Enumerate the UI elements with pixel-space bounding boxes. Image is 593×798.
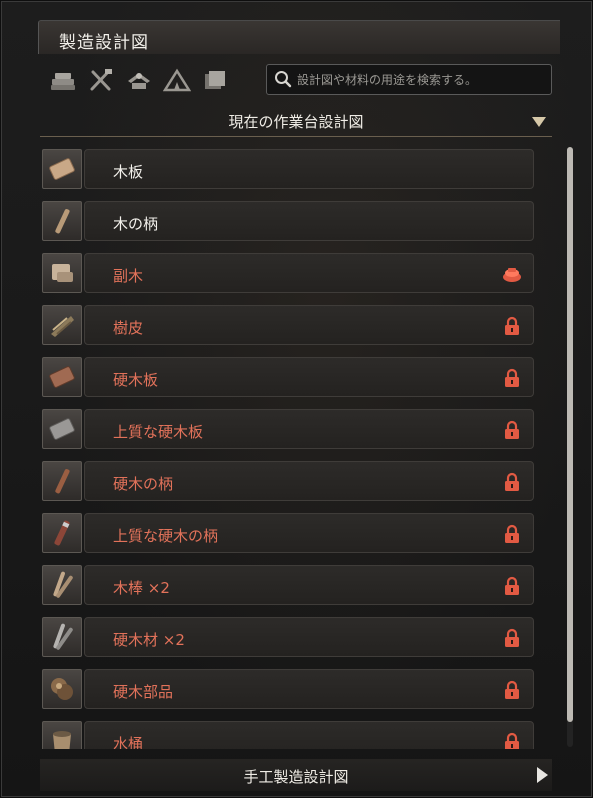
item-thumbnail [42,357,82,397]
blueprint-row-bar[interactable]: 副木 [84,253,534,293]
lock-icon [505,576,519,595]
hardwood-handle-icon [55,469,70,494]
lock-icon [505,420,519,439]
tent-icon[interactable] [162,66,192,94]
lock-icon [505,316,519,335]
blueprint-panel: 製造設計図 現在の作業台設計図 木板木の柄副木樹皮硬木板上質な硬木板硬木の柄上質… [1,1,592,797]
lock-icon [505,524,519,543]
blueprint-label: 上質な硬木板 [113,423,204,441]
blueprint-row-bar[interactable]: 木棒 ×2 [84,565,534,605]
workbench-dropdown[interactable]: 現在の作業台設計図 [40,106,552,137]
search-box[interactable] [266,64,552,95]
lock-icon [505,680,519,699]
item-thumbnail [42,201,82,241]
blueprint-label: 硬木部品 [113,683,174,701]
blueprint-row[interactable]: 木の柄 [40,201,536,241]
blueprint-label: 木の柄 [113,215,159,233]
blueprint-label: 上質な硬木の柄 [113,527,219,545]
item-thumbnail [42,669,82,709]
blueprint-row[interactable]: 硬木部品 [40,669,536,709]
triangle-right-icon[interactable] [537,767,548,783]
item-thumbnail [42,617,82,657]
blueprint-row-bar[interactable]: 硬木の柄 [84,461,534,501]
item-thumbnail [42,305,82,345]
blueprint-label: 副木 [113,267,144,285]
blueprint-row[interactable]: 樹皮 [40,305,536,345]
blueprint-row[interactable]: 木板 [40,149,536,189]
blueprint-label: 水桶 [113,735,144,749]
scrollbar[interactable] [567,147,573,747]
panel-title: 製造設計図 [59,33,149,53]
missing-materials-icon [503,268,521,282]
blueprint-row[interactable]: 硬木板 [40,357,536,397]
category-icon-bar [48,66,230,96]
blueprint-label: 木板 [113,163,144,181]
item-thumbnail [42,461,82,501]
title-tab: 製造設計図 [38,20,560,54]
blueprint-label: 樹皮 [113,319,144,337]
hardwood-sticks-icon [53,623,73,650]
blueprint-label: 硬木の柄 [113,475,174,493]
bark-icon [51,316,74,337]
triangle-down-icon[interactable] [532,117,546,127]
blueprint-label: 木棒 ×2 [113,579,170,597]
blueprint-row[interactable]: 上質な硬木板 [40,409,536,449]
fine-hardwood-handle-icon [54,520,70,546]
blueprint-row[interactable]: 木棒 ×2 [40,565,536,605]
blueprint-row[interactable]: 硬木材 ×2 [40,617,536,657]
footer-tab[interactable]: 手工製造設計図 [40,759,552,791]
item-thumbnail [42,253,82,293]
lock-icon [505,472,519,491]
blueprint-row[interactable]: 硬木の柄 [40,461,536,501]
scrollbar-thumb[interactable] [567,147,573,722]
blueprint-row-bar[interactable]: 硬木部品 [84,669,534,709]
blueprint-row-bar[interactable]: 木の柄 [84,201,534,241]
blueprint-label: 硬木板 [113,371,159,389]
footer-label: 手工製造設計図 [243,768,349,786]
blueprint-row-bar[interactable]: 硬木板 [84,357,534,397]
dropdown-label: 現在の作業台設計図 [228,113,364,131]
item-thumbnail [42,513,82,553]
water-bucket-icon [53,731,71,749]
wood-plank-icon [49,158,75,180]
search-input[interactable] [297,69,545,91]
blueprint-stack-icon[interactable] [200,66,230,94]
search-icon [275,71,292,88]
blueprint-row-bar[interactable]: 水桶 [84,721,534,749]
blueprint-label: 硬木材 ×2 [113,631,185,649]
blueprint-list: 木板木の柄副木樹皮硬木板上質な硬木板 硬木の柄上質な硬木の柄 木棒 ×2 硬木材 ×2… [40,149,536,749]
item-thumbnail [42,149,82,189]
blueprint-row-bar[interactable]: 上質な硬木の柄 [84,513,534,553]
blueprint-row[interactable]: 副木 [40,253,536,293]
blueprint-row-bar[interactable]: 上質な硬木板 [84,409,534,449]
fine-hardwood-plank-icon [49,418,75,440]
lock-icon [505,732,519,749]
blueprint-row-bar[interactable]: 木板 [84,149,534,189]
hardwood-plank-icon [49,366,75,388]
wood-sticks-icon [53,571,73,598]
blueprint-row-bar[interactable]: 樹皮 [84,305,534,345]
item-thumbnail [42,409,82,449]
hardwood-parts-icon [51,678,73,700]
lumber-stack-icon[interactable] [48,66,78,94]
blueprint-row[interactable]: 上質な硬木の柄 [40,513,536,553]
splint-icon [52,264,73,282]
crafting-station-icon[interactable] [124,66,154,94]
blueprint-row[interactable]: 水桶 [40,721,536,749]
blueprint-row-bar[interactable]: 硬木材 ×2 [84,617,534,657]
crossed-tools-icon[interactable] [86,66,116,94]
item-thumbnail [42,565,82,605]
lock-icon [505,628,519,647]
lock-icon [505,368,519,387]
item-thumbnail [42,721,82,749]
wood-handle-icon [55,209,70,234]
